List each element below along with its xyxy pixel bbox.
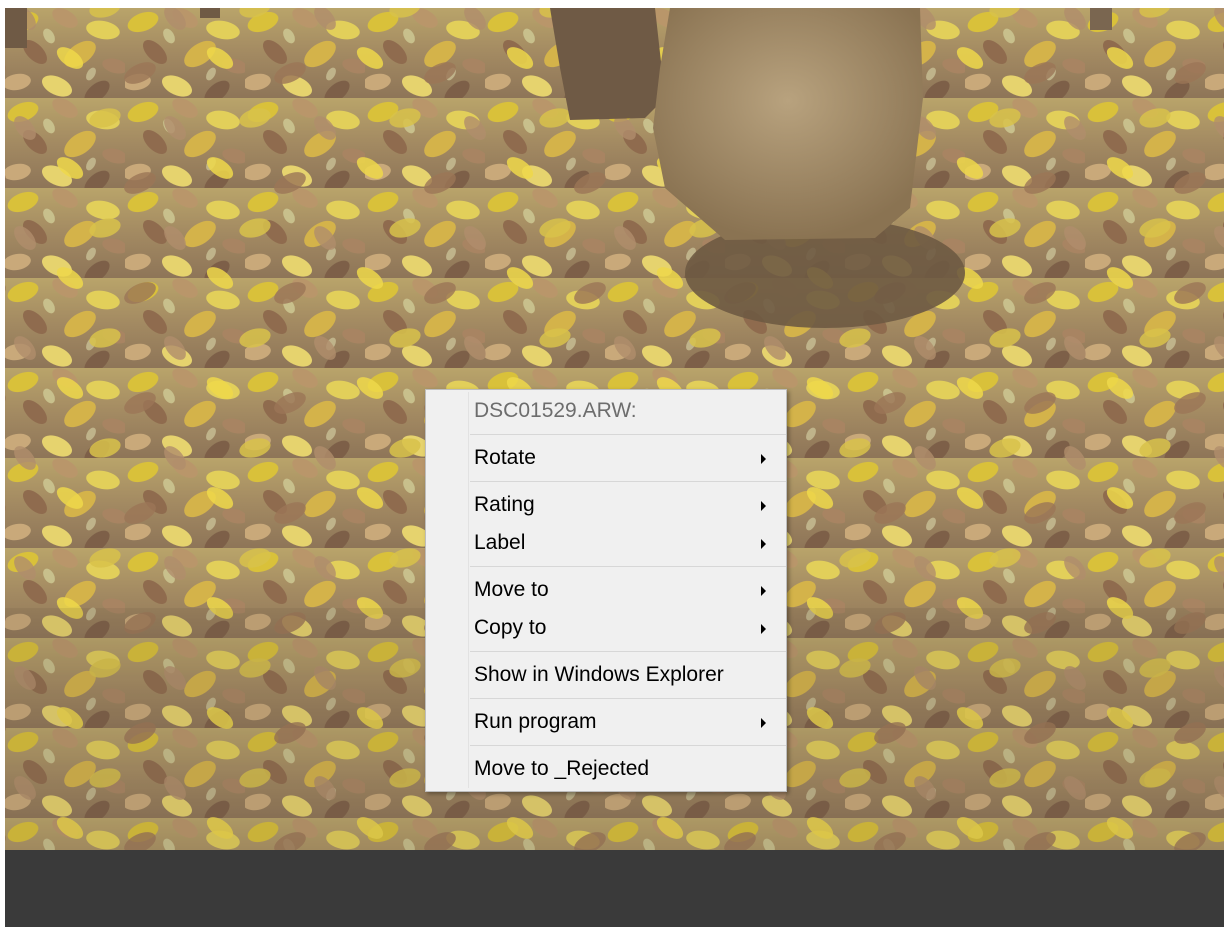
- menu-item-label: Rating: [474, 493, 535, 516]
- menu-separator: [470, 566, 786, 567]
- status-bar: [5, 850, 1224, 927]
- menu-item-label: Copy to: [474, 616, 547, 639]
- chevron-right-icon: [761, 539, 766, 549]
- menu-item-rotate[interactable]: Rotate: [426, 439, 786, 477]
- menu-item-label[interactable]: Label: [426, 524, 786, 562]
- chevron-right-icon: [761, 454, 766, 464]
- menu-item-label: Move to _Rejected: [474, 757, 650, 780]
- menu-item-copy-to[interactable]: Copy to: [426, 609, 786, 647]
- menu-separator: [470, 481, 786, 482]
- menu-item-label: Label: [474, 531, 526, 554]
- menu-separator: [470, 651, 786, 652]
- menu-separator: [470, 698, 786, 699]
- menu-item-label: Show in Windows Explorer: [474, 663, 724, 686]
- chevron-right-icon: [761, 501, 766, 511]
- context-menu: DSC01529.ARW: Rotate Rating Label Move t…: [425, 389, 787, 792]
- menu-item-label: Run program: [474, 710, 597, 733]
- menu-item-move-to[interactable]: Move to: [426, 571, 786, 609]
- menu-separator: [470, 434, 786, 435]
- menu-item-rating[interactable]: Rating: [426, 486, 786, 524]
- chevron-right-icon: [761, 718, 766, 728]
- app-window: DSC01529.ARW: Rotate Rating Label Move t…: [0, 0, 1224, 927]
- menu-header-filename: DSC01529.ARW:: [426, 392, 786, 430]
- menu-item-run-program[interactable]: Run program: [426, 703, 786, 741]
- chevron-right-icon: [761, 586, 766, 596]
- menu-item-label: Move to: [474, 578, 549, 601]
- menu-separator: [470, 745, 786, 746]
- chevron-right-icon: [761, 624, 766, 634]
- menu-item-show-in-explorer[interactable]: Show in Windows Explorer: [426, 656, 786, 694]
- menu-header-label: DSC01529.ARW:: [474, 399, 637, 422]
- menu-item-label: Rotate: [474, 446, 536, 469]
- menu-item-move-to-rejected[interactable]: Move to _Rejected: [426, 750, 786, 788]
